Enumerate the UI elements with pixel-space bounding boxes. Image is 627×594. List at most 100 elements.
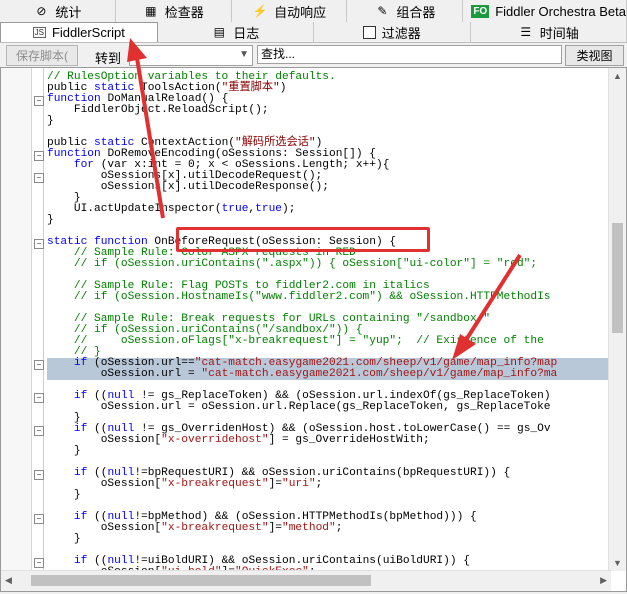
- fold-toggle-icon[interactable]: −: [34, 470, 44, 480]
- code-line[interactable]: UI.actUpdateInspector(true,true);: [47, 203, 609, 215]
- code-token: ]=: [268, 522, 282, 534]
- code-line[interactable]: }: [47, 115, 609, 127]
- code-token: // if (oSession.uriContains(".aspx")) { …: [47, 258, 538, 270]
- code-line[interactable]: // if (oSession.uriContains(".aspx")) { …: [47, 258, 609, 270]
- script-toolbar: 保存脚本( 转到 ▼ 查找... 类视图: [0, 43, 627, 67]
- find-input[interactable]: 查找...: [257, 45, 562, 64]
- code-token: ;: [335, 522, 343, 534]
- composer-icon: ✎: [377, 4, 388, 18]
- script-editor[interactable]: − − − − − − − − − − // RulesOption varia…: [0, 67, 627, 592]
- inspector-tab-row-2: JS FiddlerScript ▤ 日志 过滤器 ☰ 时间轴: [0, 22, 627, 43]
- tab-fiddlerscript[interactable]: JS FiddlerScript: [0, 22, 158, 42]
- tab-autoresponder[interactable]: ⚡ 自动响应: [232, 0, 348, 22]
- tab-label: FiddlerScript: [51, 25, 125, 40]
- tab-label: 时间轴: [539, 25, 579, 41]
- fold-guide: [43, 68, 44, 571]
- horizontal-scroll-thumb[interactable]: [31, 575, 371, 586]
- code-line[interactable]: }: [47, 445, 609, 457]
- code-line[interactable]: FiddlerObject.ReloadScript();: [47, 104, 609, 116]
- inspector-tab-row-1: ⊘ 统计 ▦ 检查器 ⚡ 自动响应 ✎ 组合器 FO Fiddler Orchestra …: [0, 0, 627, 22]
- code-line[interactable]: }: [47, 214, 609, 226]
- code-token: UI.actUpdateInspector(: [47, 203, 222, 215]
- code-token: "x-overridehost": [161, 434, 269, 446]
- tab-log[interactable]: ▤ 日志: [158, 22, 314, 42]
- vertical-scroll-thumb[interactable]: [612, 223, 623, 333]
- log-icon: ▤: [213, 25, 225, 39]
- filter-checkbox-icon[interactable]: [362, 25, 376, 39]
- code-token: oSessions[x].utilDecodeResponse();: [47, 181, 329, 193]
- code-line[interactable]: oSession["x-overridehost"] = gs_Override…: [47, 434, 609, 446]
- tab-label: 检查器: [164, 4, 204, 20]
- tab-label: 自动响应: [274, 4, 327, 20]
- save-script-button[interactable]: 保存脚本(: [6, 45, 78, 66]
- code-token: }: [47, 489, 81, 501]
- tab-label: 组合器: [396, 4, 436, 20]
- code-line[interactable]: // if (oSession.HostnameIs("www.fiddler2…: [47, 291, 609, 303]
- chevron-down-icon: ▼: [239, 49, 249, 60]
- annotation-box-onbeforerequest: [176, 227, 430, 252]
- code-token: "uri": [282, 478, 316, 490]
- code-line[interactable]: }: [47, 533, 609, 545]
- line-gutter: [1, 68, 32, 571]
- code-token: }: [47, 445, 81, 457]
- code-line[interactable]: }: [47, 489, 609, 501]
- goto-dropdown[interactable]: ▼: [129, 45, 253, 66]
- code-token: oSession.url = oSession.url.Replace(gs_R…: [47, 401, 551, 413]
- fold-toggle-icon[interactable]: −: [34, 239, 44, 249]
- tab-timeline[interactable]: ☰ 时间轴: [471, 22, 627, 42]
- tab-label: Fiddler Orchestra Beta: [495, 3, 626, 19]
- code-line[interactable]: oSession.url = oSession.url.Replace(gs_R…: [47, 401, 609, 413]
- classview-button[interactable]: 类视图: [565, 45, 624, 66]
- tab-inspectors[interactable]: ▦ 检查器: [116, 0, 232, 22]
- code-token: );: [282, 203, 296, 215]
- vertical-scrollbar[interactable]: ▲ ▼: [608, 68, 626, 571]
- code-token: }: [47, 115, 54, 127]
- tab-label: 过滤器: [381, 25, 421, 41]
- scroll-left-icon[interactable]: ◀: [5, 575, 12, 586]
- code-token: }: [47, 214, 54, 226]
- fo-icon: FO: [471, 4, 490, 18]
- tab-label: 日志: [233, 25, 260, 41]
- scroll-right-icon[interactable]: ▶: [600, 575, 607, 586]
- stats-icon: ⊘: [36, 4, 47, 18]
- tab-composer[interactable]: ✎ 组合器: [347, 0, 464, 22]
- scroll-up-icon[interactable]: ▲: [613, 71, 622, 81]
- code-line[interactable]: oSession["x-breakrequest"]="method";: [47, 522, 609, 534]
- code-token: true: [221, 203, 249, 215]
- tab-fiddler-orchestra[interactable]: FO Fiddler Orchestra Beta: [463, 0, 627, 22]
- fold-toggle-icon[interactable]: −: [34, 393, 44, 403]
- fold-toggle-icon[interactable]: −: [34, 173, 44, 183]
- code-token: ]=: [268, 478, 282, 490]
- code-token: ;: [315, 478, 323, 490]
- code-area[interactable]: // RulesOption variables to their defaul…: [47, 71, 609, 578]
- lightning-icon: ⚡: [252, 4, 268, 18]
- fold-toggle-icon[interactable]: −: [34, 558, 44, 568]
- code-token: FiddlerObject.ReloadScript();: [47, 104, 269, 116]
- code-line[interactable]: // oSession.oFlags["x-breakrequest"] = "…: [47, 335, 609, 347]
- code-token: // oSession.oFlags["x-breakrequest"] = "…: [47, 335, 544, 347]
- code-line[interactable]: oSession["x-breakrequest"]="uri";: [47, 478, 609, 490]
- fold-toggle-icon[interactable]: −: [34, 360, 44, 370]
- horizontal-scrollbar[interactable]: ◀ ▶: [1, 570, 611, 591]
- tab-statistics[interactable]: ⊘ 统计: [0, 0, 116, 22]
- tab-filters[interactable]: 过滤器: [314, 22, 471, 42]
- timeline-icon: ☰: [520, 25, 532, 39]
- fold-toggle-icon[interactable]: −: [34, 426, 44, 436]
- fold-toggle-icon[interactable]: −: [34, 514, 44, 524]
- js-icon: JS: [32, 27, 46, 38]
- code-token: true: [255, 203, 282, 215]
- code-token: "x-breakrequest": [161, 478, 269, 490]
- code-token: "method": [282, 522, 336, 534]
- inspector-icon: ▦: [145, 4, 157, 18]
- code-token: "cat-match.easygame2021.com/sheep/v1/gam…: [201, 368, 558, 380]
- code-token: // if (oSession.HostnameIs("www.fiddler2…: [47, 291, 551, 303]
- code-line[interactable]: oSessions[x].utilDecodeResponse();: [47, 181, 609, 193]
- code-token: "x-breakrequest": [161, 522, 269, 534]
- fold-toggle-icon[interactable]: −: [34, 151, 44, 161]
- scroll-down-icon[interactable]: ▼: [613, 558, 622, 568]
- code-token: ): [279, 82, 287, 94]
- code-token: }: [47, 533, 81, 545]
- fold-toggle-icon[interactable]: −: [34, 96, 44, 106]
- code-token: oSession.url =: [47, 368, 202, 380]
- code-line[interactable]: oSession.url = "cat-match.easygame2021.c…: [47, 368, 609, 380]
